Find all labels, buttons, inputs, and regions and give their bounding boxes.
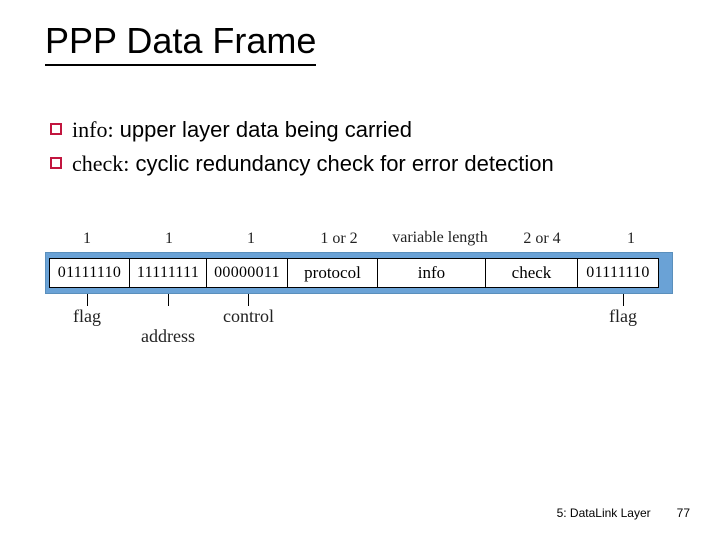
field-check: check [486, 258, 578, 288]
size-label: 2 or 4 [495, 230, 589, 248]
size-label: 1 or 2 [293, 230, 385, 248]
frame-band: 01111110 11111111 00000011 protocol info… [45, 252, 673, 294]
label-flag-right: flag [609, 306, 637, 327]
label-control: control [223, 306, 274, 327]
size-row: 1 1 1 1 or 2 variable length 2 or 4 1 [45, 230, 685, 248]
tick-icon [168, 294, 169, 306]
field-info: info [378, 258, 486, 288]
footer-page: 77 [677, 506, 690, 520]
bottom-labels: flag address control flag [45, 298, 685, 358]
field-control: 00000011 [207, 258, 288, 288]
bullet-text: check: cyclic redundancy check for error… [72, 149, 650, 179]
size-label: 1 [129, 230, 209, 248]
field-flag: 01111110 [578, 258, 659, 288]
footer: 5: DataLink Layer 77 [557, 506, 690, 520]
field-protocol: protocol [288, 258, 378, 288]
frame-diagram: 1 1 1 1 or 2 variable length 2 or 4 1 01… [45, 230, 685, 358]
size-label: 1 [589, 230, 673, 248]
size-label: 1 [45, 230, 129, 248]
bullet-list: info: upper layer data being carried che… [50, 115, 650, 182]
field-flag: 01111110 [49, 258, 130, 288]
bullet-keyword: check: [72, 151, 129, 176]
bullet-item: check: cyclic redundancy check for error… [50, 149, 650, 179]
bullet-text: info: upper layer data being carried [72, 115, 650, 145]
page-title: PPP Data Frame [45, 20, 316, 66]
bullet-item: info: upper layer data being carried [50, 115, 650, 145]
tick-icon [623, 294, 624, 306]
field-address: 11111111 [130, 258, 207, 288]
bullet-icon [50, 157, 62, 169]
bullet-rest: cyclic redundancy check for error detect… [129, 151, 553, 176]
size-label: variable length [385, 230, 495, 248]
tick-icon [248, 294, 249, 306]
slide: PPP Data Frame info: upper layer data be… [0, 0, 720, 540]
bullet-icon [50, 123, 62, 135]
size-label: 1 [209, 230, 293, 248]
bullet-rest: upper layer data being carried [114, 117, 412, 142]
bullet-keyword: info: [72, 117, 114, 142]
tick-icon [87, 294, 88, 306]
footer-section: 5: DataLink Layer [557, 506, 651, 520]
label-address: address [141, 326, 195, 347]
frame-cells: 01111110 11111111 00000011 protocol info… [49, 258, 659, 288]
label-flag-left: flag [73, 306, 101, 327]
